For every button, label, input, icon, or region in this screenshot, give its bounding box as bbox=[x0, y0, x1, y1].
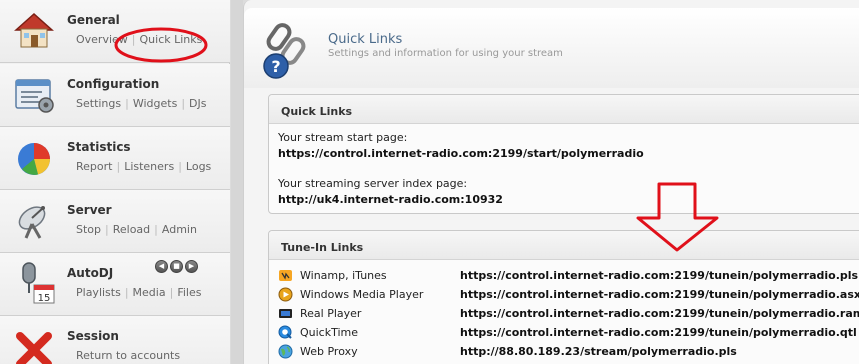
nav-link-media[interactable]: Media bbox=[133, 286, 166, 299]
tunein-name-real-player[interactable]: Real Player bbox=[300, 307, 361, 320]
tunein-row: Winamp, iTunes https://control.internet-… bbox=[278, 267, 859, 285]
nav-link-settings[interactable]: Settings bbox=[76, 97, 121, 110]
stream-start-label: Your stream start page: bbox=[278, 131, 408, 144]
globe-icon bbox=[278, 344, 293, 359]
nav-links-configuration: Settings | Widgets | DJs bbox=[76, 97, 206, 110]
tunein-name-web-proxy[interactable]: Web Proxy bbox=[300, 345, 358, 358]
tunein-name-winamp[interactable]: Winamp, iTunes bbox=[300, 269, 387, 282]
settings-window-icon[interactable] bbox=[12, 72, 56, 116]
page-title: Quick Links bbox=[328, 32, 403, 47]
nav-links-session: Return to accounts bbox=[76, 349, 180, 362]
nav-title-configuration[interactable]: Configuration bbox=[67, 77, 159, 91]
page-header: ? Quick Links Settings and information f… bbox=[244, 8, 859, 88]
link-separator: | bbox=[124, 286, 129, 299]
tunein-links-panel: Tune-In Links Winamp, iTunes https://con… bbox=[268, 230, 859, 364]
quick-links-header: Quick Links bbox=[269, 95, 859, 124]
link-separator: | bbox=[116, 160, 121, 173]
sidebar: General Overview | Quick Links Configurati… bbox=[0, 0, 230, 364]
nav-link-quick-links[interactable]: Quick Links bbox=[140, 33, 203, 46]
page-subtitle: Settings and information for using your … bbox=[328, 48, 563, 59]
nav-links-autodj: Playlists | Media | Files bbox=[76, 286, 201, 299]
pie-chart-icon[interactable] bbox=[12, 135, 56, 179]
autodj-controls: ◀ ■ ▶ bbox=[155, 260, 198, 273]
stream-start-url[interactable]: https://control.internet-radio.com:2199/… bbox=[278, 147, 644, 160]
nav-link-djs[interactable]: DJs bbox=[189, 97, 206, 110]
nav-link-reload[interactable]: Reload bbox=[113, 223, 150, 236]
link-separator: | bbox=[105, 223, 109, 236]
house-icon[interactable] bbox=[12, 8, 56, 52]
nav-section-session: Session Return to accounts bbox=[0, 316, 230, 364]
nav-section-autodj: 15 AutoDJ ◀ ■ ▶ Playlists | Media | Files bbox=[0, 253, 230, 316]
nav-link-logs[interactable]: Logs bbox=[186, 160, 211, 173]
nav-title-statistics[interactable]: Statistics bbox=[67, 140, 131, 154]
stop-button[interactable]: ■ bbox=[170, 260, 183, 273]
nav-link-stop[interactable]: Stop bbox=[76, 223, 101, 236]
nav-title-autodj[interactable]: AutoDJ bbox=[67, 266, 113, 280]
nav-link-report[interactable]: Report bbox=[76, 160, 112, 173]
svg-text:15: 15 bbox=[38, 293, 51, 304]
satellite-dish-icon[interactable] bbox=[12, 198, 56, 242]
quicktime-icon bbox=[278, 325, 292, 339]
nav-links-general: Overview | Quick Links bbox=[76, 33, 202, 46]
microphone-calendar-icon[interactable]: 15 bbox=[12, 261, 56, 305]
windows-media-player-icon bbox=[278, 287, 293, 302]
nav-section-server: Server Stop | Reload | Admin bbox=[0, 190, 230, 253]
link-separator: | bbox=[125, 97, 129, 110]
nav-link-listeners[interactable]: Listeners bbox=[124, 160, 174, 173]
nav-title-general[interactable]: General bbox=[67, 13, 120, 27]
main-content: ? Quick Links Settings and information f… bbox=[243, 0, 859, 364]
nav-link-playlists[interactable]: Playlists bbox=[76, 286, 121, 299]
red-x-icon[interactable] bbox=[12, 324, 56, 364]
tunein-url-winamp[interactable]: https://control.internet-radio.com:2199/… bbox=[460, 269, 858, 282]
link-separator: | bbox=[154, 223, 158, 236]
nav-links-statistics: Report | Listeners | Logs bbox=[76, 160, 211, 173]
server-index-label: Your streaming server index page: bbox=[278, 177, 468, 190]
tunein-row: Web Proxy http://88.80.189.23/stream/pol… bbox=[278, 343, 859, 361]
nav-title-session[interactable]: Session bbox=[67, 329, 119, 343]
tunein-name-quicktime[interactable]: QuickTime bbox=[300, 326, 358, 339]
forward-button[interactable]: ▶ bbox=[185, 260, 198, 273]
svg-text:?: ? bbox=[271, 57, 280, 76]
nav-title-server[interactable]: Server bbox=[67, 203, 112, 217]
link-separator: | bbox=[181, 97, 186, 110]
nav-links-server: Stop | Reload | Admin bbox=[76, 223, 197, 236]
tunein-url-real-player[interactable]: https://control.internet-radio.com:2199/… bbox=[460, 307, 859, 320]
tunein-row: QuickTime https://control.internet-radio… bbox=[278, 324, 859, 342]
tunein-links-header: Tune-In Links bbox=[269, 231, 859, 260]
tunein-name-windows-media[interactable]: Windows Media Player bbox=[300, 288, 423, 301]
tunein-row: Real Player https://control.internet-rad… bbox=[278, 305, 859, 323]
nav-link-files[interactable]: Files bbox=[177, 286, 201, 299]
rewind-button[interactable]: ◀ bbox=[155, 260, 168, 273]
nav-section-statistics: Statistics Report | Listeners | Logs bbox=[0, 127, 230, 190]
quick-links-panel: Quick Links Your stream start page: http… bbox=[268, 94, 859, 214]
tunein-url-windows-media[interactable]: https://control.internet-radio.com:2199/… bbox=[460, 288, 859, 301]
link-separator: | bbox=[131, 33, 136, 46]
chain-link-help-icon: ? bbox=[263, 23, 306, 79]
link-separator: | bbox=[178, 160, 182, 173]
sidebar-gutter bbox=[231, 0, 243, 364]
nav-link-return-to-accounts[interactable]: Return to accounts bbox=[76, 349, 180, 362]
server-index-url[interactable]: http://uk4.internet-radio.com:10932 bbox=[278, 193, 503, 206]
nav-link-overview[interactable]: Overview bbox=[76, 33, 128, 46]
winamp-icon bbox=[279, 270, 292, 281]
real-player-icon bbox=[279, 309, 292, 318]
nav-link-widgets[interactable]: Widgets bbox=[133, 97, 177, 110]
link-separator: | bbox=[169, 286, 174, 299]
tunein-url-quicktime[interactable]: https://control.internet-radio.com:2199/… bbox=[460, 326, 857, 339]
nav-section-general: General Overview | Quick Links bbox=[0, 0, 230, 63]
tunein-row: Windows Media Player https://control.int… bbox=[278, 286, 859, 304]
nav-section-configuration: Configuration Settings | Widgets | DJs bbox=[0, 64, 230, 127]
nav-link-admin[interactable]: Admin bbox=[162, 223, 197, 236]
tunein-url-web-proxy[interactable]: http://88.80.189.23/stream/polymerradio.… bbox=[460, 345, 737, 358]
